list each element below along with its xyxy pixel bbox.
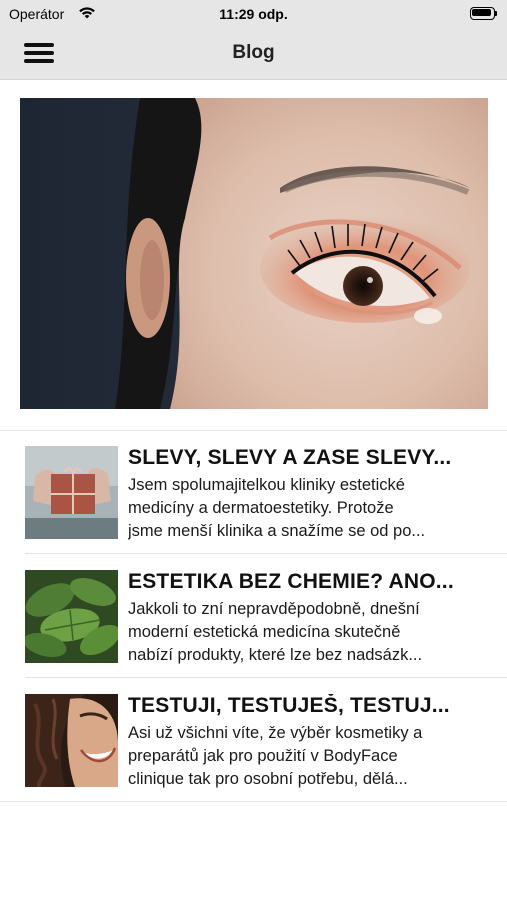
- battery-icon: [470, 7, 498, 20]
- hero-image[interactable]: [20, 98, 488, 409]
- excerpt-line: nabízí produkty, které lze bez nadsázk..…: [128, 646, 423, 664]
- navigation-bar: Blog: [0, 28, 507, 80]
- excerpt-line: jsme menší klinika a snažíme se od po...: [128, 522, 426, 540]
- post-excerpt: Jakkoli to zní nepravděpodobně, dnešní m…: [128, 598, 488, 667]
- post-thumbnail: [25, 570, 118, 663]
- page-title: Blog: [232, 42, 275, 63]
- post-excerpt: Asi už všichni víte, že výběr kosmetiky …: [128, 722, 488, 791]
- excerpt-line: medicíny a dermatoestetiky. Protože: [128, 499, 394, 517]
- post-item[interactable]: ESTETIKA BEZ CHEMIE? ANO... Jakkoli to z…: [0, 554, 507, 678]
- excerpt-line: Jsem spolumajitelkou kliniky estetické: [128, 476, 405, 494]
- excerpt-line: Jakkoli to zní nepravděpodobně, dnešní: [128, 600, 420, 618]
- post-thumbnail: [25, 694, 118, 787]
- excerpt-line: Asi už všichni víte, že výběr kosmetiky …: [128, 724, 423, 742]
- post-item[interactable]: TESTUJI, TESTUJEŠ, TESTUJ... Asi už všic…: [0, 678, 507, 802]
- excerpt-line: moderní estetická medicína skutečně: [128, 623, 401, 641]
- post-thumbnail: [25, 446, 118, 539]
- post-title: ESTETIKA BEZ CHEMIE? ANO...: [128, 570, 454, 593]
- status-bar: Operátor 11:29 odp.: [0, 0, 507, 28]
- post-excerpt: Jsem spolumajitelkou kliniky estetické m…: [128, 474, 488, 543]
- excerpt-line: preparátů jak pro použití v BodyFace: [128, 747, 398, 765]
- post-item[interactable]: SLEVY, SLEVY A ZASE SLEVY... Jsem spolum…: [0, 430, 507, 554]
- excerpt-line: clinique tak pro osobní potřebu, dělá...: [128, 770, 408, 788]
- post-title: SLEVY, SLEVY A ZASE SLEVY...: [128, 446, 452, 469]
- post-title: TESTUJI, TESTUJEŠ, TESTUJ...: [128, 694, 450, 717]
- clock: 11:29 odp.: [219, 6, 288, 22]
- divider: [0, 801, 507, 802]
